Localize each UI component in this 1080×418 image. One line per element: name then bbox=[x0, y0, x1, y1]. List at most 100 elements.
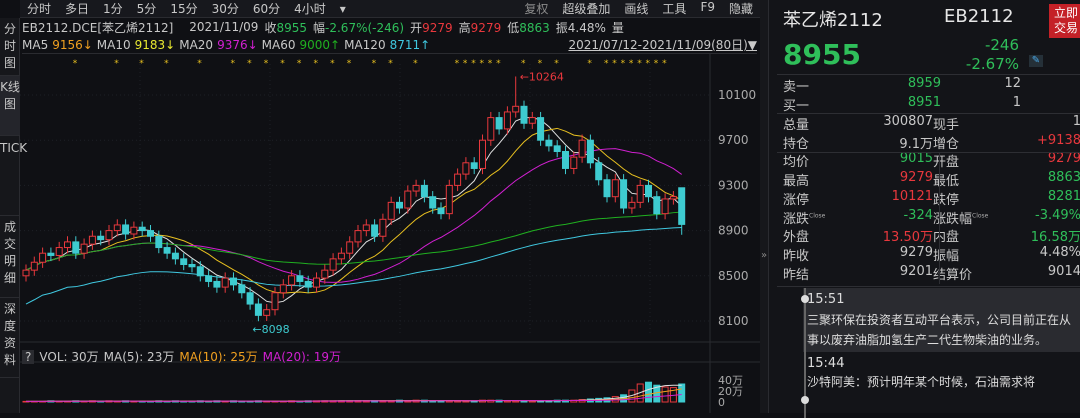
candle-body bbox=[337, 252, 345, 260]
vtab-kline[interactable]: K线图 bbox=[0, 76, 20, 136]
stat-label: 涨跌幅Close bbox=[933, 211, 989, 227]
tab-fenshi[interactable]: 分时 bbox=[20, 0, 58, 17]
candle-body bbox=[188, 264, 196, 268]
vol-tick-label: 0 bbox=[718, 396, 725, 409]
signal-star: * bbox=[654, 59, 659, 69]
signal-star: * bbox=[629, 59, 634, 69]
news-item[interactable]: 15:51 三聚环保在投资者互动平台表示，公司目前正在从事以废弃油脂加氢生产二代… bbox=[803, 288, 1080, 352]
signal-star: * bbox=[587, 59, 592, 69]
candle-body bbox=[113, 224, 121, 232]
chevron-right-icon: » bbox=[761, 250, 768, 261]
candle-body bbox=[55, 247, 63, 256]
tab-multiday[interactable]: 多日 bbox=[58, 0, 96, 17]
news-item[interactable]: 15:44 沙特阿美：预计明年某个时候，石油需求将 bbox=[803, 352, 1080, 394]
stat-label: 内盘 bbox=[933, 230, 960, 246]
candle-body bbox=[603, 179, 611, 198]
amplitude-label: 振 bbox=[555, 20, 568, 35]
tab-15min[interactable]: 15分 bbox=[163, 0, 204, 17]
candle-body bbox=[645, 184, 652, 198]
tab-5min[interactable]: 5分 bbox=[130, 0, 164, 17]
candle-body bbox=[462, 162, 470, 175]
candle-body bbox=[653, 196, 661, 215]
signal-star: * bbox=[554, 59, 559, 69]
quote-info-bar: EB2112.DCE[苯乙烯2112] 2021/11/09 收8955 幅-2… bbox=[22, 18, 624, 36]
candle-body bbox=[404, 190, 412, 209]
more-periods-dropdown[interactable]: ▾ bbox=[333, 2, 353, 16]
signal-star: * bbox=[463, 59, 468, 69]
candle-body bbox=[420, 184, 428, 198]
candle-body bbox=[611, 179, 619, 198]
tab-4hour[interactable]: 4小时 bbox=[287, 0, 333, 17]
contract-name: 苯乙烯2112 bbox=[783, 10, 883, 31]
candle-body bbox=[304, 280, 312, 288]
signal-star: * bbox=[264, 59, 269, 69]
stat-value: 10121 bbox=[891, 188, 933, 204]
date-range-selector[interactable]: 2021/07/12-2021/11/09(80日)▼ bbox=[568, 36, 757, 53]
candle-body bbox=[354, 230, 362, 243]
candle-body bbox=[628, 201, 636, 209]
candle-body bbox=[437, 207, 445, 215]
candle-body bbox=[520, 105, 528, 124]
candle-body bbox=[429, 196, 437, 209]
vtab-timeshare[interactable]: 分时图 bbox=[0, 18, 20, 76]
candle-body bbox=[512, 105, 520, 113]
signal-star: * bbox=[538, 59, 543, 69]
stats-row: 昨收 9279 振幅 4.48% bbox=[783, 245, 1080, 264]
stat-label: 涨跌Close bbox=[783, 211, 826, 227]
overlay-button[interactable]: 超级叠加 bbox=[555, 0, 617, 17]
signal-star: * bbox=[637, 59, 642, 69]
stat-label: 增仓 bbox=[933, 136, 960, 152]
ma5-value: 9156↓ bbox=[52, 37, 93, 52]
candle-body bbox=[470, 162, 478, 169]
tab-1min[interactable]: 1分 bbox=[96, 0, 130, 17]
orderbook-label: 卖一 bbox=[783, 80, 810, 95]
vertical-tabs: 分时图 K线图 TICK 成交明细 深度资料 bbox=[0, 18, 27, 413]
stat-value: 9279 bbox=[1047, 151, 1080, 167]
candle-body bbox=[321, 269, 329, 279]
amplitude-value: 4.48% bbox=[567, 20, 606, 35]
trade-now-button[interactable]: 立即交易 bbox=[1049, 4, 1080, 38]
candle-body bbox=[221, 277, 229, 288]
tab-30min[interactable]: 30分 bbox=[205, 0, 246, 17]
candle-body bbox=[313, 277, 320, 288]
tools-button[interactable]: 工具 bbox=[655, 0, 693, 17]
candle-body bbox=[329, 258, 337, 271]
change-abs: -246 bbox=[984, 36, 1019, 54]
y-tick-label: 9300 bbox=[718, 178, 749, 192]
candle-body bbox=[171, 252, 179, 260]
signal-star: * bbox=[73, 59, 78, 69]
vtab-tick[interactable]: TICK bbox=[0, 136, 27, 216]
help-button[interactable]: ? bbox=[22, 349, 35, 364]
high-annotation: ←10264 bbox=[520, 70, 564, 83]
adjust-button[interactable]: 复权 bbox=[517, 0, 555, 17]
stat-value: 9279 bbox=[899, 170, 933, 186]
close-value: 8955 bbox=[276, 20, 308, 35]
signal-star: * bbox=[413, 59, 418, 69]
vtab-trades[interactable]: 成交明细 bbox=[0, 216, 20, 298]
signal-star: * bbox=[297, 59, 302, 69]
candle-body bbox=[503, 111, 511, 130]
orderbook-qty: 12 bbox=[1004, 76, 1021, 91]
tab-60min[interactable]: 60分 bbox=[246, 0, 287, 17]
hide-button[interactable]: 隐藏 bbox=[722, 0, 760, 17]
y-tick-label: 10100 bbox=[718, 88, 756, 102]
symbol: EB2112.DCE[苯乙烯2112] bbox=[22, 20, 174, 35]
draw-button[interactable]: 画线 bbox=[617, 0, 655, 17]
pencil-icon[interactable]: ✎ bbox=[1029, 55, 1043, 67]
y-tick-label: 8100 bbox=[718, 314, 749, 328]
vol-ma20: MA(20): 19万 bbox=[262, 350, 341, 364]
signal-star: * bbox=[372, 59, 377, 69]
signal-star: * bbox=[471, 59, 476, 69]
candle-body bbox=[279, 284, 287, 294]
candle-body bbox=[213, 280, 221, 288]
stats-row: 外盘 13.50万 内盘 16.58万 bbox=[783, 226, 1080, 245]
candle-body bbox=[88, 235, 96, 245]
stat-label: 跌停 bbox=[933, 192, 960, 208]
f9-button[interactable]: F9 bbox=[693, 0, 722, 17]
volume-label: 量 bbox=[611, 20, 624, 35]
vtab-depth[interactable]: 深度资料 bbox=[0, 298, 20, 378]
candle-body bbox=[346, 241, 354, 254]
candle-body bbox=[578, 139, 586, 158]
volume-header: ? VOL: 30万 MA(5): 23万 MA(10): 25万 MA(20)… bbox=[22, 349, 341, 364]
news-text: 三聚环保在投资者互动平台表示，公司目前正在从事以废弃油脂加氢生产二代生物柴油的业… bbox=[807, 313, 1072, 347]
